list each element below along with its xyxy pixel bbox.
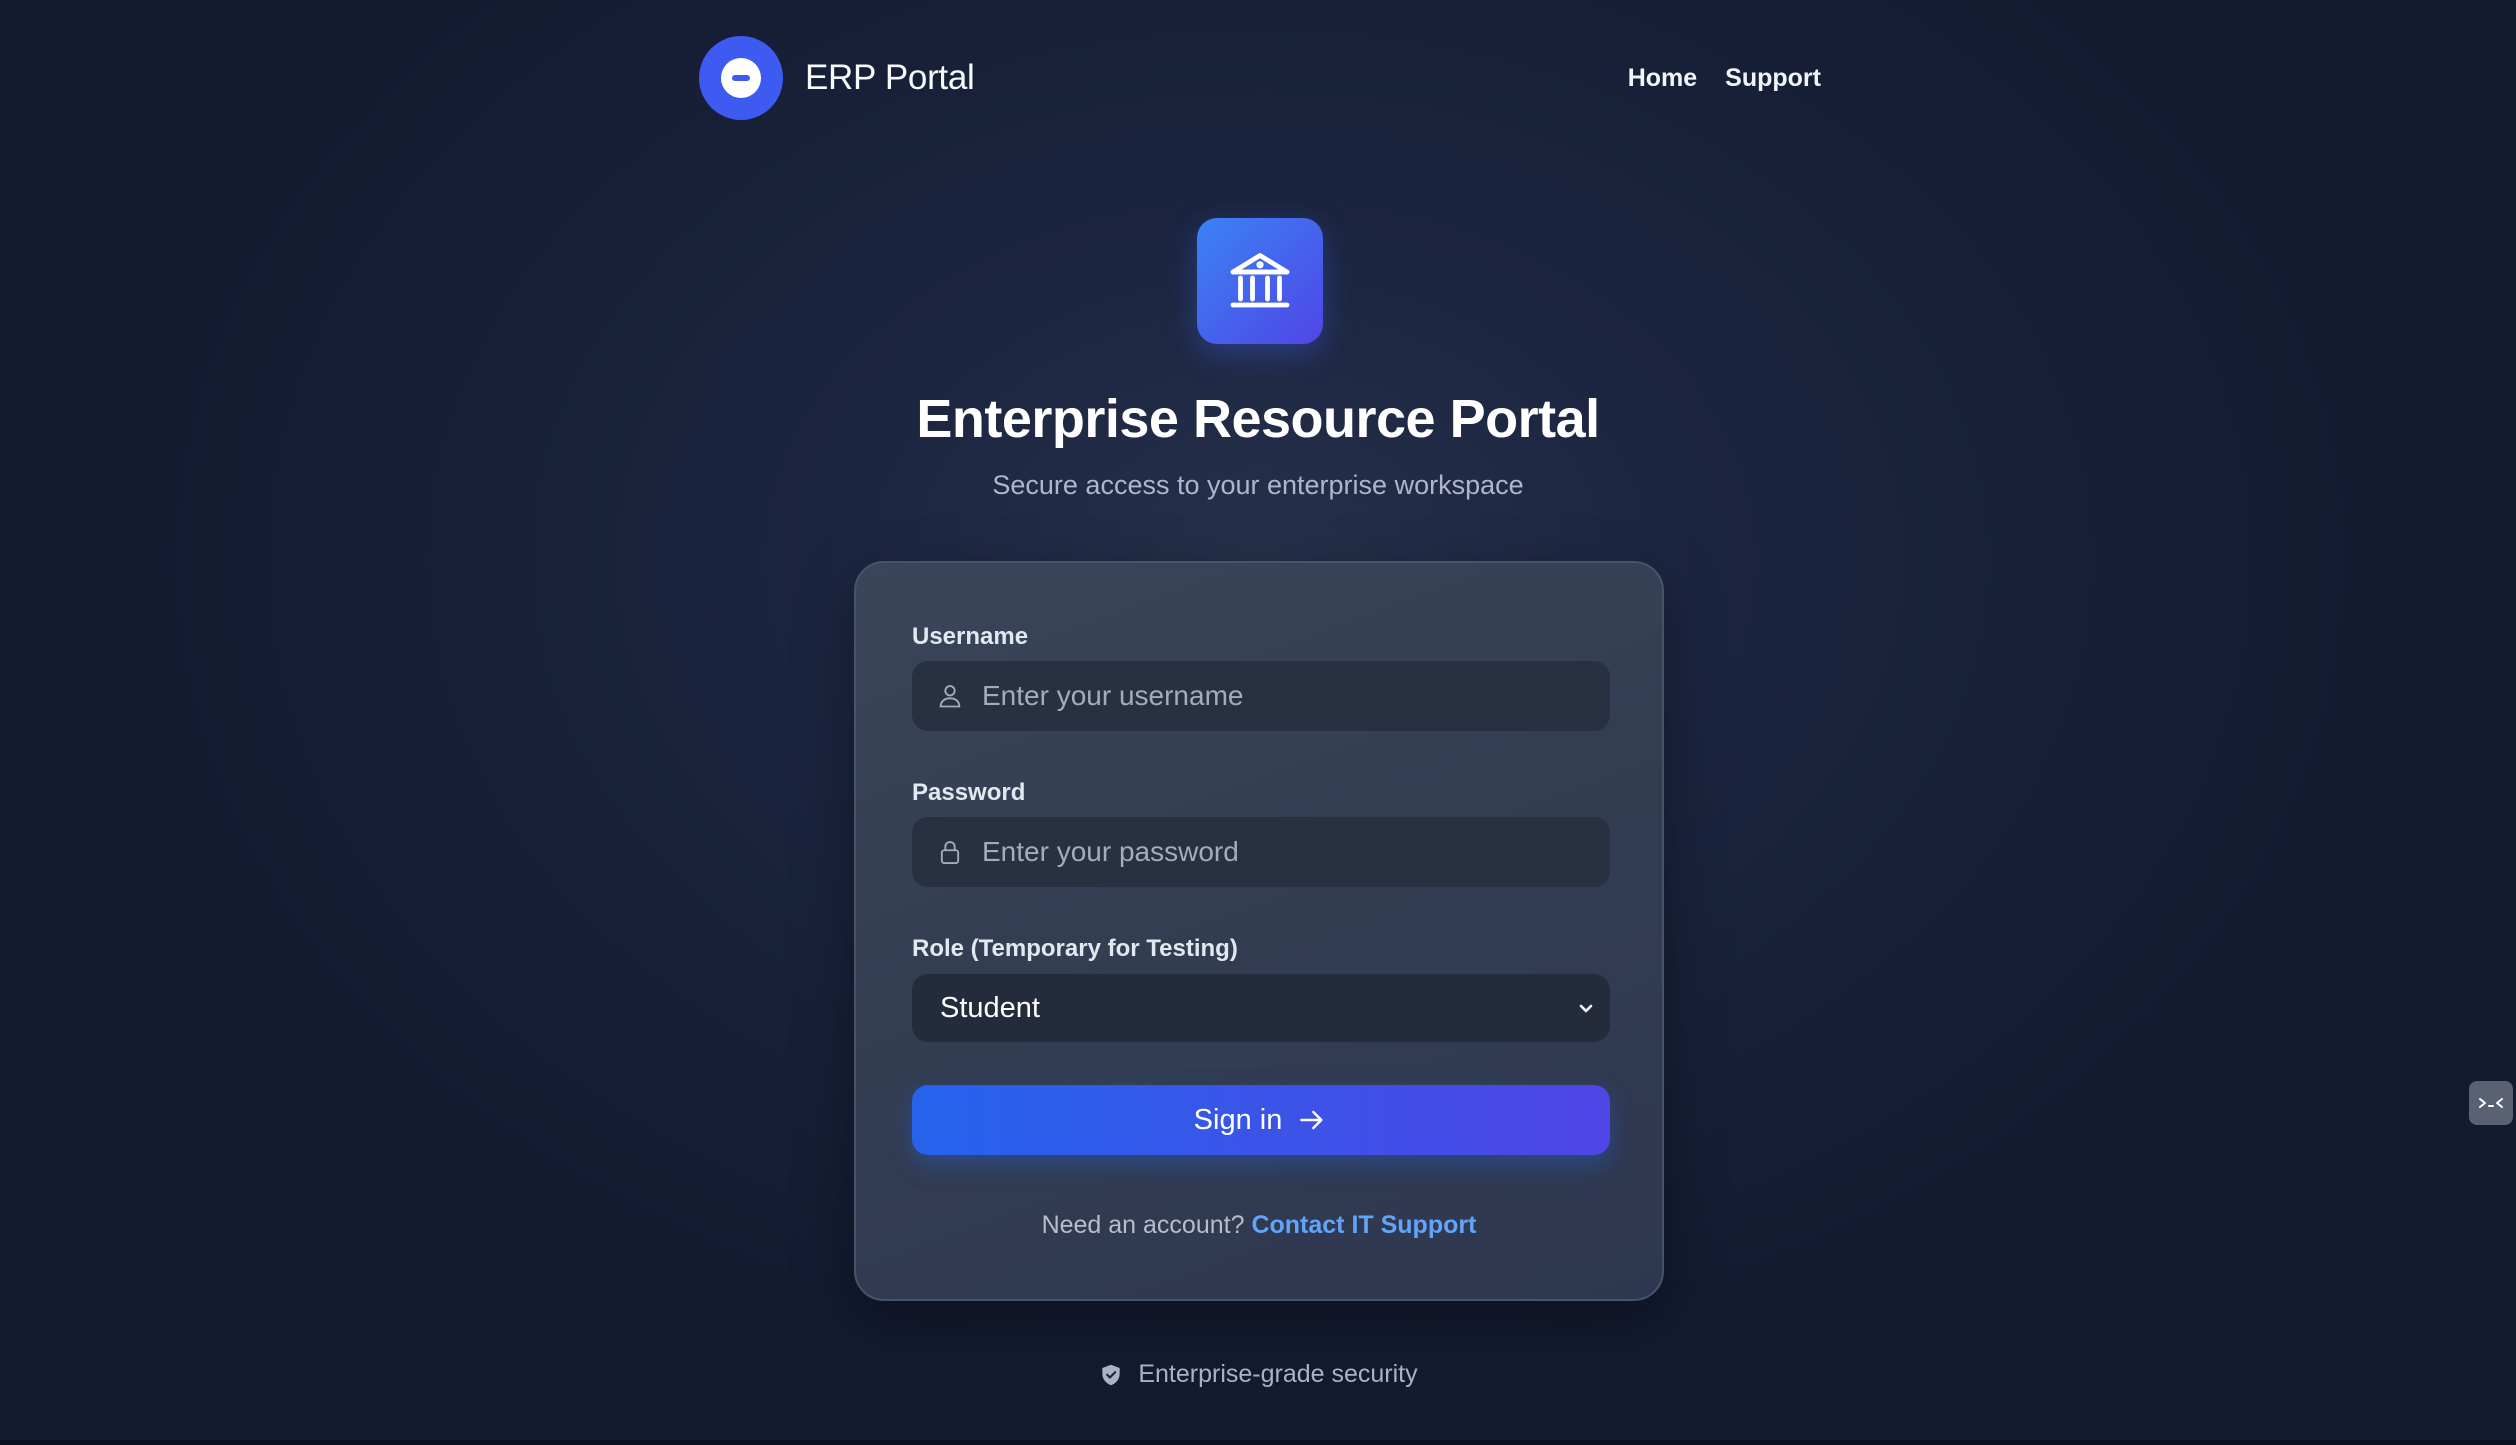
role-selected-value: Student bbox=[940, 991, 1040, 1024]
sign-in-label: Sign in bbox=[1193, 1103, 1283, 1136]
top-header: ERP Portal Home Support bbox=[699, 36, 1821, 120]
password-label: Password bbox=[912, 779, 1026, 806]
nav-support-link[interactable]: Support bbox=[1725, 64, 1821, 93]
security-note-text: Enterprise-grade security bbox=[1138, 1360, 1418, 1388]
contact-it-support-link[interactable]: Contact IT Support bbox=[1251, 1211, 1476, 1239]
side-panel-toggle[interactable] bbox=[2469, 1081, 2513, 1125]
logo-icon bbox=[699, 36, 783, 120]
collapse-arrows-icon bbox=[2479, 1098, 2503, 1108]
shield-check-icon bbox=[1102, 1364, 1121, 1385]
brand-logo[interactable]: ERP Portal bbox=[699, 36, 975, 120]
role-select[interactable]: Student bbox=[912, 974, 1610, 1042]
arrow-right-icon bbox=[1300, 1110, 1323, 1130]
account-prompt-text: Need an account? bbox=[1041, 1211, 1245, 1239]
sign-in-button[interactable]: Sign in bbox=[912, 1085, 1610, 1155]
password-input[interactable] bbox=[982, 817, 1610, 887]
login-card: Username Password Role (Temporary for Te… bbox=[854, 561, 1664, 1301]
security-note: Enterprise-grade security bbox=[0, 1360, 2516, 1389]
user-icon bbox=[932, 678, 968, 714]
username-field[interactable] bbox=[912, 661, 1610, 731]
chevron-down-icon bbox=[1579, 1004, 1593, 1013]
nav-home-link[interactable]: Home bbox=[1628, 64, 1697, 93]
username-label: Username bbox=[912, 623, 1029, 650]
bank-building-icon bbox=[1197, 218, 1323, 344]
page-title: Enterprise Resource Portal bbox=[916, 389, 1600, 449]
page-subtitle: Secure access to your enterprise workspa… bbox=[992, 470, 1524, 500]
password-field[interactable] bbox=[912, 817, 1610, 887]
account-prompt: Need an account? Contact IT Support bbox=[856, 1211, 1662, 1240]
bottom-edge bbox=[0, 1440, 2516, 1445]
brand-name: ERP Portal bbox=[805, 58, 975, 97]
top-nav: Home Support bbox=[1628, 36, 1821, 120]
lock-icon bbox=[932, 834, 968, 870]
role-label: Role (Temporary for Testing) bbox=[912, 935, 1238, 962]
username-input[interactable] bbox=[982, 661, 1610, 731]
